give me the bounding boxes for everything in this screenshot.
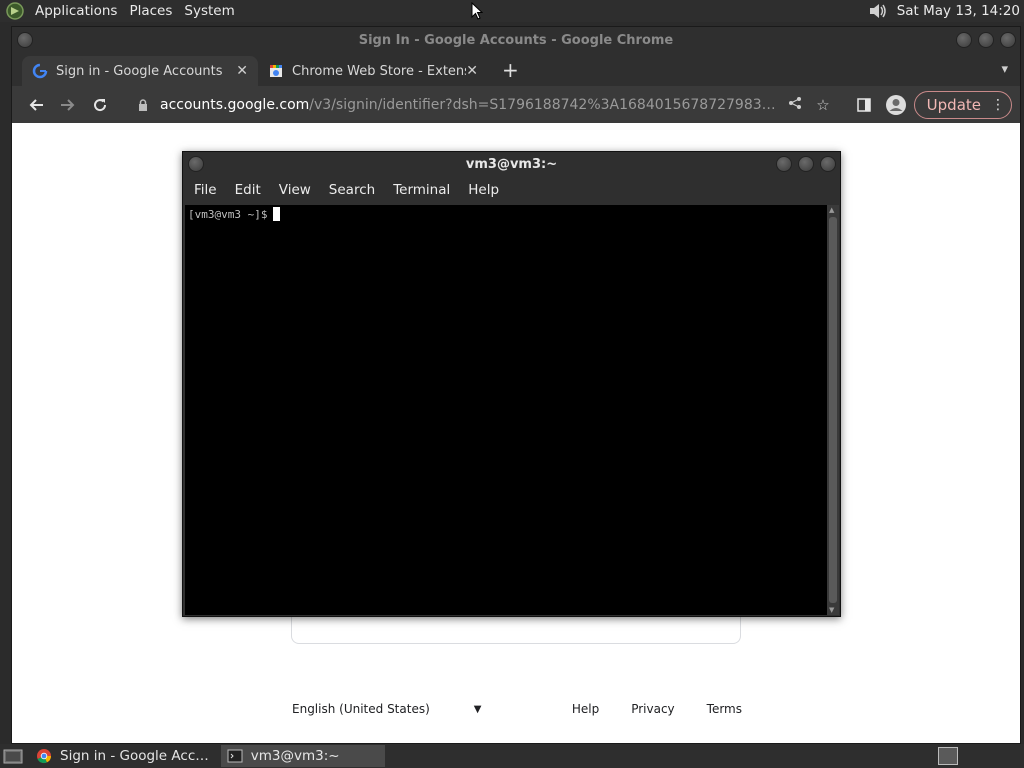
mouse-pointer-icon [471,2,483,20]
workspace-switcher[interactable] [938,747,958,765]
side-panel-icon[interactable] [848,97,880,112]
volume-icon[interactable] [867,1,889,21]
menu-edit[interactable]: Edit [226,182,270,198]
back-arrow-icon[interactable] [20,91,52,119]
close-button[interactable] [1000,32,1016,48]
tab-close-icon[interactable]: ✕ [466,63,478,79]
maximize-button[interactable] [978,32,994,48]
window-menu-button[interactable] [17,32,33,48]
maximize-button[interactable] [798,156,814,172]
window-menu-button[interactable] [188,156,204,172]
taskbar-item-terminal[interactable]: vm3@vm3:~ [220,745,385,767]
footer-link-help[interactable]: Help [572,702,599,716]
scroll-down-arrow-icon[interactable]: ▼ [829,606,834,614]
tab-label: Chrome Web Store - Extensio [292,63,467,79]
minimize-button[interactable] [956,32,972,48]
places-menu[interactable]: Places [125,3,180,19]
scrollbar-thumb[interactable] [829,217,837,603]
more-vert-icon[interactable]: ⋮ [991,97,1005,113]
chrome-titlebar[interactable]: Sign In - Google Accounts - Google Chrom… [12,27,1020,54]
page-footer: English (United States) ▼ Help Privacy T… [292,702,752,716]
update-label: Update [926,95,981,114]
new-tab-plus-icon[interactable]: + [502,58,519,82]
dropdown-caret-icon: ▼ [473,703,482,715]
menu-terminal[interactable]: Terminal [384,182,459,198]
shell-prompt: [vm3@vm3 ~]$ [188,208,268,221]
forward-arrow-icon[interactable] [52,91,84,119]
language-label: English (United States) [292,702,430,716]
terminal-window: vm3@vm3:~ File Edit View Search Terminal… [182,151,841,617]
clock[interactable]: Sat May 13, 14:20 [889,3,1024,19]
share-icon[interactable] [788,96,802,110]
language-select[interactable]: English (United States) ▼ [292,702,481,716]
google-icon [32,63,48,79]
menu-search[interactable]: Search [320,182,384,198]
text-cursor [273,207,281,221]
profile-avatar-icon[interactable] [880,94,912,116]
menu-help[interactable]: Help [459,182,508,198]
footer-link-terms[interactable]: Terms [707,702,742,716]
address-bar[interactable]: accounts.google.com /v3/signin/identifie… [120,91,848,119]
system-menu[interactable]: System [180,3,242,19]
chrome-icon [37,749,51,764]
reload-icon[interactable] [84,91,116,119]
minimize-button[interactable] [776,156,792,172]
footer-link-privacy[interactable]: Privacy [631,702,674,716]
url-path: /v3/signin/identifier?dsh=S1796188742%3A… [309,96,779,113]
tab-chrome-web-store[interactable]: Chrome Web Store - Extensio ✕ [258,56,488,86]
tab-search-chevron-icon[interactable]: ▾ [1001,62,1008,77]
url-domain: accounts.google.com [160,96,310,113]
close-button[interactable] [820,156,836,172]
taskbar-item-chrome[interactable]: Sign in - Google Acc… [30,745,215,767]
terminal-screen[interactable]: [vm3@vm3 ~]$ [185,205,827,615]
web-store-icon [268,63,284,79]
terminal-titlebar[interactable]: vm3@vm3:~ [183,152,840,176]
chrome-toolbar: accounts.google.com /v3/signin/identifie… [12,86,1020,123]
tab-bar: Sign in - Google Accounts ✕ Chrome Web S… [12,54,1020,86]
scroll-up-arrow-icon[interactable]: ▲ [829,206,834,214]
applications-menu[interactable]: Applications [31,3,125,19]
distro-logo-icon[interactable] [5,1,25,21]
bookmark-star-icon[interactable]: ☆ [816,96,829,114]
tab-google-accounts[interactable]: Sign in - Google Accounts ✕ [22,56,258,86]
top-panel: Applications Places System Sat May 13, 1… [0,0,1024,22]
tab-close-icon[interactable]: ✕ [236,63,248,79]
menu-view[interactable]: View [270,182,320,198]
taskbar-label: Sign in - Google Acc… [60,748,209,764]
bottom-panel: Sign in - Google Acc… vm3@vm3:~ [0,744,1024,768]
show-desktop-icon[interactable] [2,747,24,765]
tab-label: Sign in - Google Accounts [56,63,223,79]
taskbar-label: vm3@vm3:~ [250,748,340,764]
menu-file[interactable]: File [185,182,226,198]
terminal-scrollbar[interactable]: ▲ ▼ [827,205,839,615]
lock-icon[interactable] [138,98,148,111]
update-button[interactable]: Update ⋮ [913,90,1012,119]
terminal-icon [227,749,243,763]
terminal-window-title: vm3@vm3:~ [465,156,558,172]
chrome-window-title: Sign In - Google Accounts - Google Chrom… [358,33,674,48]
terminal-menubar: File Edit View Search Terminal Help [183,176,840,204]
